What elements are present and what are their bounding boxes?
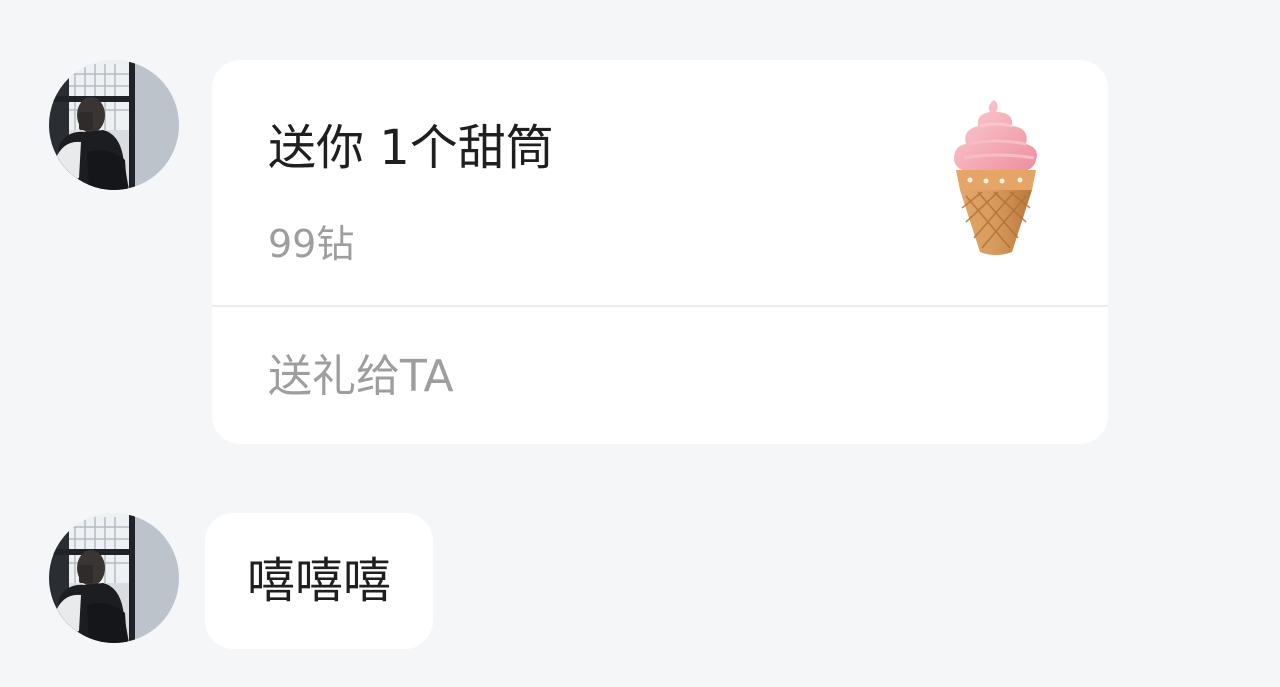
gift-title: 送你 1个甜筒 xyxy=(268,120,554,176)
gift-price: 99钻 xyxy=(268,222,355,266)
send-gift-button[interactable]: 送礼给TA xyxy=(212,307,1108,444)
sender-avatar[interactable] xyxy=(49,60,179,190)
ice-cream-cone-icon xyxy=(954,100,1037,255)
chat-message-list: 送你 1个甜筒 99钻 送礼给TA 嘻嘻嘻 xyxy=(0,0,1280,687)
gift-info: 送你 1个甜筒 99钻 xyxy=(212,60,1108,305)
avatar-photo xyxy=(49,513,179,643)
text-message-bubble[interactable]: 嘻嘻嘻 xyxy=(205,513,434,649)
send-gift-label: 送礼给TA xyxy=(268,351,454,402)
sender-avatar[interactable] xyxy=(49,513,179,643)
gift-message-card[interactable]: 送你 1个甜筒 99钻 送礼给TA xyxy=(212,60,1108,444)
message-text: 嘻嘻嘻 xyxy=(247,553,392,609)
avatar-photo xyxy=(49,60,179,190)
